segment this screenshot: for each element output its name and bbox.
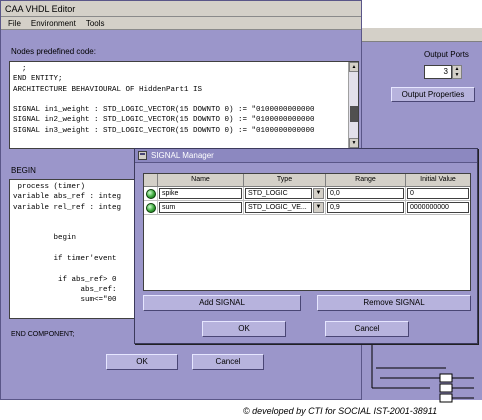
type-cell: STD_LOGIC ▼ bbox=[244, 187, 326, 200]
signal-manager-dialog: SIGNAL Manager Name Type Range Initial V… bbox=[134, 148, 478, 344]
nodes-predefined-label: Nodes predefined code: bbox=[11, 47, 96, 56]
output-properties-button[interactable]: Output Properties bbox=[391, 87, 475, 102]
scroll-up-icon[interactable]: ▲ bbox=[349, 62, 358, 72]
row-status-cell bbox=[144, 187, 158, 200]
dialog-ok-button[interactable]: OK bbox=[202, 321, 286, 337]
predefined-code-area[interactable]: ; END ENTITY; ARCHITECTURE BEHAVIOURAL O… bbox=[9, 61, 359, 149]
predefined-code-text: ; END ENTITY; ARCHITECTURE BEHAVIOURAL O… bbox=[13, 65, 315, 135]
predefined-code-vscrollbar[interactable]: ▲ ▼ bbox=[348, 62, 358, 148]
signal-table: Name Type Range Initial Value spike STD_… bbox=[143, 173, 471, 291]
dialog-cancel-button[interactable]: Cancel bbox=[325, 321, 409, 337]
signal-table-header: Name Type Range Initial Value bbox=[144, 174, 470, 187]
row-status-cell bbox=[144, 201, 158, 214]
header-initial-value[interactable]: Initial Value bbox=[406, 174, 470, 186]
header-range[interactable]: Range bbox=[326, 174, 406, 186]
range-cell: 0,0 bbox=[326, 187, 406, 200]
name-cell: sum bbox=[158, 201, 244, 214]
chevron-down-icon[interactable]: ▼ bbox=[313, 188, 324, 199]
menu-bar: File Environment Tools bbox=[1, 17, 361, 30]
signal-manager-title: SIGNAL Manager bbox=[151, 151, 214, 160]
chevron-down-icon[interactable]: ▼ bbox=[313, 202, 324, 213]
scroll-thumb[interactable] bbox=[350, 106, 358, 122]
header-status-col bbox=[144, 174, 158, 186]
table-row: sum STD_LOGIC_VE... ▼ 0,9 0000000000 bbox=[144, 201, 470, 215]
initial-cell: 0 bbox=[406, 187, 470, 200]
status-led-icon[interactable] bbox=[146, 203, 156, 213]
window-icon bbox=[138, 151, 147, 160]
editor-title: CAA VHDL Editor bbox=[5, 3, 76, 14]
spin-down-icon[interactable]: ▼ bbox=[453, 72, 461, 78]
menu-environment[interactable]: Environment bbox=[31, 19, 76, 28]
editor-cancel-button[interactable]: Cancel bbox=[192, 354, 264, 370]
status-led-icon[interactable] bbox=[146, 189, 156, 199]
output-ports-spinner[interactable]: ▲ ▼ bbox=[452, 65, 462, 79]
header-name[interactable]: Name bbox=[158, 174, 244, 186]
signal-range-field[interactable]: 0,0 bbox=[327, 188, 404, 199]
connection-lines bbox=[371, 338, 474, 403]
add-signal-button[interactable]: Add SIGNAL bbox=[143, 295, 301, 311]
signal-manager-titlebar: SIGNAL Manager bbox=[135, 149, 477, 163]
initial-cell: 0000000000 bbox=[406, 201, 470, 214]
remove-signal-button[interactable]: Remove SIGNAL bbox=[317, 295, 471, 311]
header-type[interactable]: Type bbox=[244, 174, 326, 186]
output-ports-field[interactable]: 3 bbox=[424, 65, 452, 79]
menu-file[interactable]: File bbox=[8, 19, 21, 28]
signal-name-field[interactable]: sum bbox=[159, 202, 242, 213]
range-cell: 0,9 bbox=[326, 201, 406, 214]
scroll-down-icon[interactable]: ▼ bbox=[349, 138, 358, 148]
editor-ok-button[interactable]: OK bbox=[106, 354, 178, 370]
signal-name-field[interactable]: spike bbox=[159, 188, 242, 199]
signal-type-select[interactable]: STD_LOGIC_VE... bbox=[245, 202, 312, 213]
table-row: spike STD_LOGIC ▼ 0,0 0 bbox=[144, 187, 470, 201]
name-cell: spike bbox=[158, 187, 244, 200]
begin-label: BEGIN bbox=[11, 166, 36, 175]
signal-initial-field[interactable]: 0 bbox=[407, 188, 469, 199]
footer-credit: © developed by CTI for SOCIAL IST-2001-3… bbox=[243, 406, 438, 416]
signal-range-field[interactable]: 0,9 bbox=[327, 202, 404, 213]
menu-tools[interactable]: Tools bbox=[86, 19, 105, 28]
signal-type-select[interactable]: STD_LOGIC bbox=[245, 188, 312, 199]
output-ports-label: Output Ports bbox=[424, 50, 469, 59]
signal-initial-field[interactable]: 0000000000 bbox=[407, 202, 469, 213]
background-window-titlebar bbox=[360, 28, 482, 42]
editor-titlebar: CAA VHDL Editor bbox=[1, 1, 361, 17]
end-component-label: END COMPONENT; bbox=[11, 331, 75, 338]
type-cell: STD_LOGIC_VE... ▼ bbox=[244, 201, 326, 214]
